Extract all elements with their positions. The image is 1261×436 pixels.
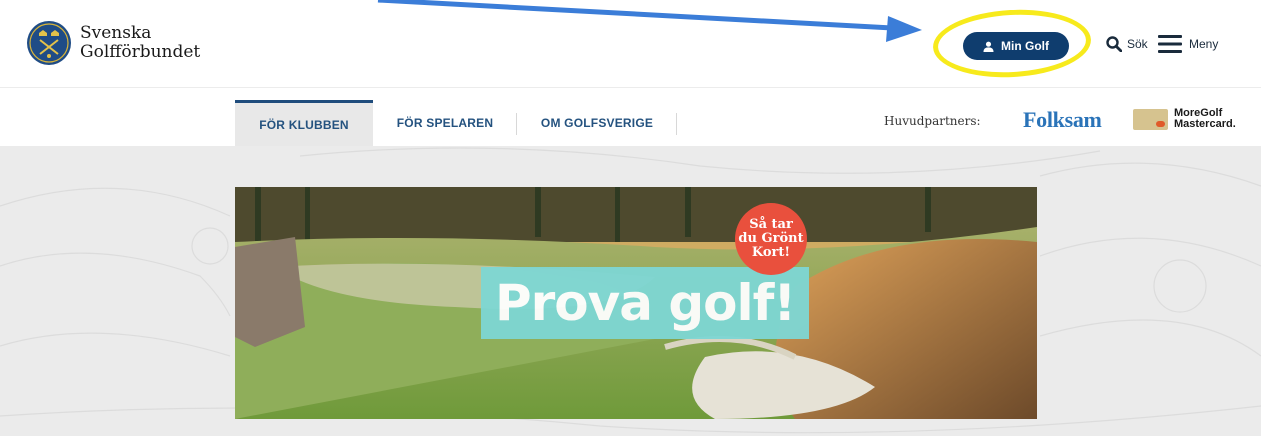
hero-title[interactable]: Prova golf! (481, 267, 810, 339)
main-navigation: FÖR KLUBBEN FÖR SPELAREN OM GOLFSVERIGE … (0, 88, 1261, 146)
tab-label: FÖR KLUBBEN (259, 117, 349, 132)
badge-line-2: du Grönt (738, 231, 804, 246)
user-icon (983, 41, 994, 52)
badge-line-1: Så tar (749, 217, 793, 232)
search-label: Sök (1127, 37, 1148, 51)
min-golf-label: Min Golf (1001, 39, 1049, 53)
hamburger-icon (1158, 35, 1182, 53)
search-icon (1106, 36, 1122, 52)
folksam-logo[interactable]: Folksam (1023, 107, 1102, 133)
moregolf-wordmark: MoreGolf Mastercard. (1174, 108, 1236, 130)
tab-for-klubben[interactable]: FÖR KLUBBEN (235, 100, 373, 146)
tab-om-golfsverige[interactable]: OM GOLFSVERIGE (530, 100, 664, 146)
moregolf-mastercard-logo[interactable]: MoreGolf Mastercard. (1133, 108, 1236, 130)
moregolf-line-2: Mastercard. (1174, 118, 1236, 130)
site-header: Svenska Golfförbundet Min Golf Sök Meny (0, 0, 1261, 88)
tab-for-spelaren[interactable]: FÖR SPELAREN (386, 100, 504, 146)
logo-line-1: Svenska (80, 23, 152, 43)
sgf-logo[interactable]: Svenska Golfförbundet (26, 20, 200, 66)
menu-label: Meny (1189, 37, 1219, 51)
hero-banner[interactable]: Prova golf! Så tar du Grönt Kort! (235, 187, 1037, 419)
credit-card-icon (1133, 108, 1168, 130)
menu-button[interactable]: Meny (1158, 35, 1218, 53)
search-button[interactable]: Sök (1106, 36, 1148, 52)
logo-line-2: Golfförbundet (80, 42, 201, 62)
tab-label: OM GOLFSVERIGE (540, 116, 654, 130)
tab-divider (516, 113, 517, 135)
partners-label: Huvudpartners: (884, 114, 981, 128)
sgf-emblem-icon (27, 21, 71, 65)
logo-wordmark: Svenska Golfförbundet (80, 24, 200, 62)
badge-line-3: Kort! (751, 245, 791, 260)
tab-label: FÖR SPELAREN (396, 116, 494, 130)
gront-kort-badge[interactable]: Så tar du Grönt Kort! (735, 203, 807, 275)
tab-divider (676, 113, 677, 135)
min-golf-button[interactable]: Min Golf (963, 32, 1069, 60)
